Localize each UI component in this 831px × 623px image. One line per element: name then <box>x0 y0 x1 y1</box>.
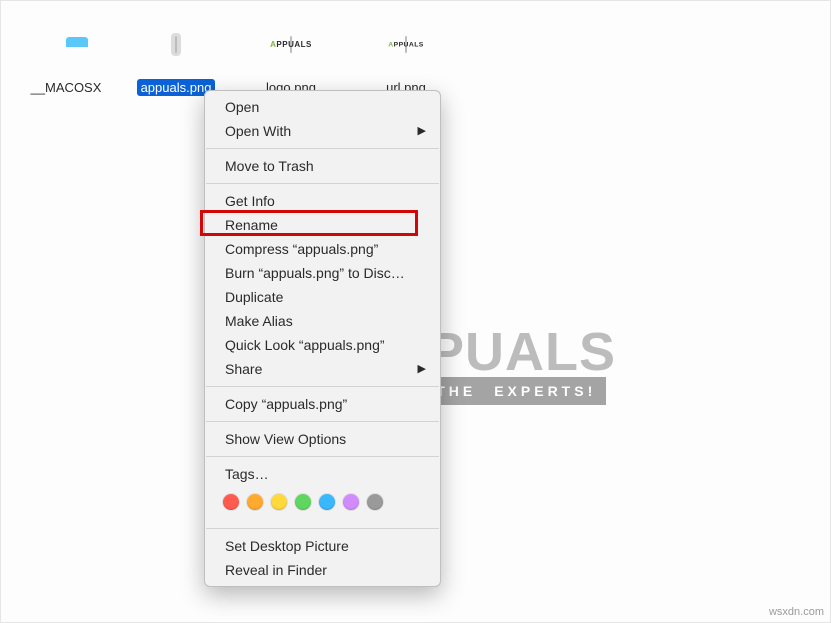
tag-color-row <box>205 486 440 523</box>
menu-set-desktop[interactable]: Set Desktop Picture <box>205 534 440 558</box>
menu-separator <box>206 183 439 184</box>
menu-reveal[interactable]: Reveal in Finder <box>205 558 440 582</box>
menu-open-with[interactable]: Open With▶ <box>205 119 440 143</box>
menu-duplicate[interactable]: Duplicate <box>205 285 440 309</box>
chevron-right-icon: ▶ <box>418 360 426 378</box>
menu-separator <box>206 528 439 529</box>
tag-color-dot[interactable] <box>223 494 239 510</box>
menu-get-info[interactable]: Get Info <box>205 189 440 213</box>
menu-separator <box>206 386 439 387</box>
menu-share[interactable]: Share▶ <box>205 357 440 381</box>
tag-color-dot[interactable] <box>295 494 311 510</box>
chevron-right-icon: ▶ <box>418 122 426 140</box>
menu-separator <box>206 148 439 149</box>
tag-color-dot[interactable] <box>343 494 359 510</box>
menu-separator <box>206 456 439 457</box>
image-thumbnail-icon: APPUALS <box>405 36 407 53</box>
file-appuals-png[interactable]: appuals.png <box>126 15 226 96</box>
tag-color-dot[interactable] <box>367 494 383 510</box>
menu-quick-look[interactable]: Quick Look “appuals.png” <box>205 333 440 357</box>
folder-macosx[interactable]: __MACOSX <box>16 15 116 96</box>
menu-open[interactable]: Open <box>205 95 440 119</box>
menu-make-alias[interactable]: Make Alias <box>205 309 440 333</box>
tag-color-dot[interactable] <box>247 494 263 510</box>
image-thumbnail-icon: APPUALS <box>290 36 292 53</box>
menu-tags[interactable]: Tags… <box>205 462 440 486</box>
menu-copy[interactable]: Copy “appuals.png” <box>205 392 440 416</box>
menu-move-trash[interactable]: Move to Trash <box>205 154 440 178</box>
context-menu: Open Open With▶ Move to Trash Get Info R… <box>204 90 441 587</box>
image-thumbnail-icon <box>175 36 177 53</box>
menu-view-options[interactable]: Show View Options <box>205 427 440 451</box>
tag-color-dot[interactable] <box>271 494 287 510</box>
file-url-png[interactable]: APPUALS url.png <box>356 15 456 96</box>
menu-separator <box>206 421 439 422</box>
menu-rename[interactable]: Rename <box>205 213 440 237</box>
file-logo-png[interactable]: APPUALS logo.png <box>241 15 341 96</box>
menu-compress[interactable]: Compress “appuals.png” <box>205 237 440 261</box>
credit-text: wsxdn.com <box>769 606 824 618</box>
item-label: __MACOSX <box>27 79 106 96</box>
menu-burn[interactable]: Burn “appuals.png” to Disc… <box>205 261 440 285</box>
tag-color-dot[interactable] <box>319 494 335 510</box>
